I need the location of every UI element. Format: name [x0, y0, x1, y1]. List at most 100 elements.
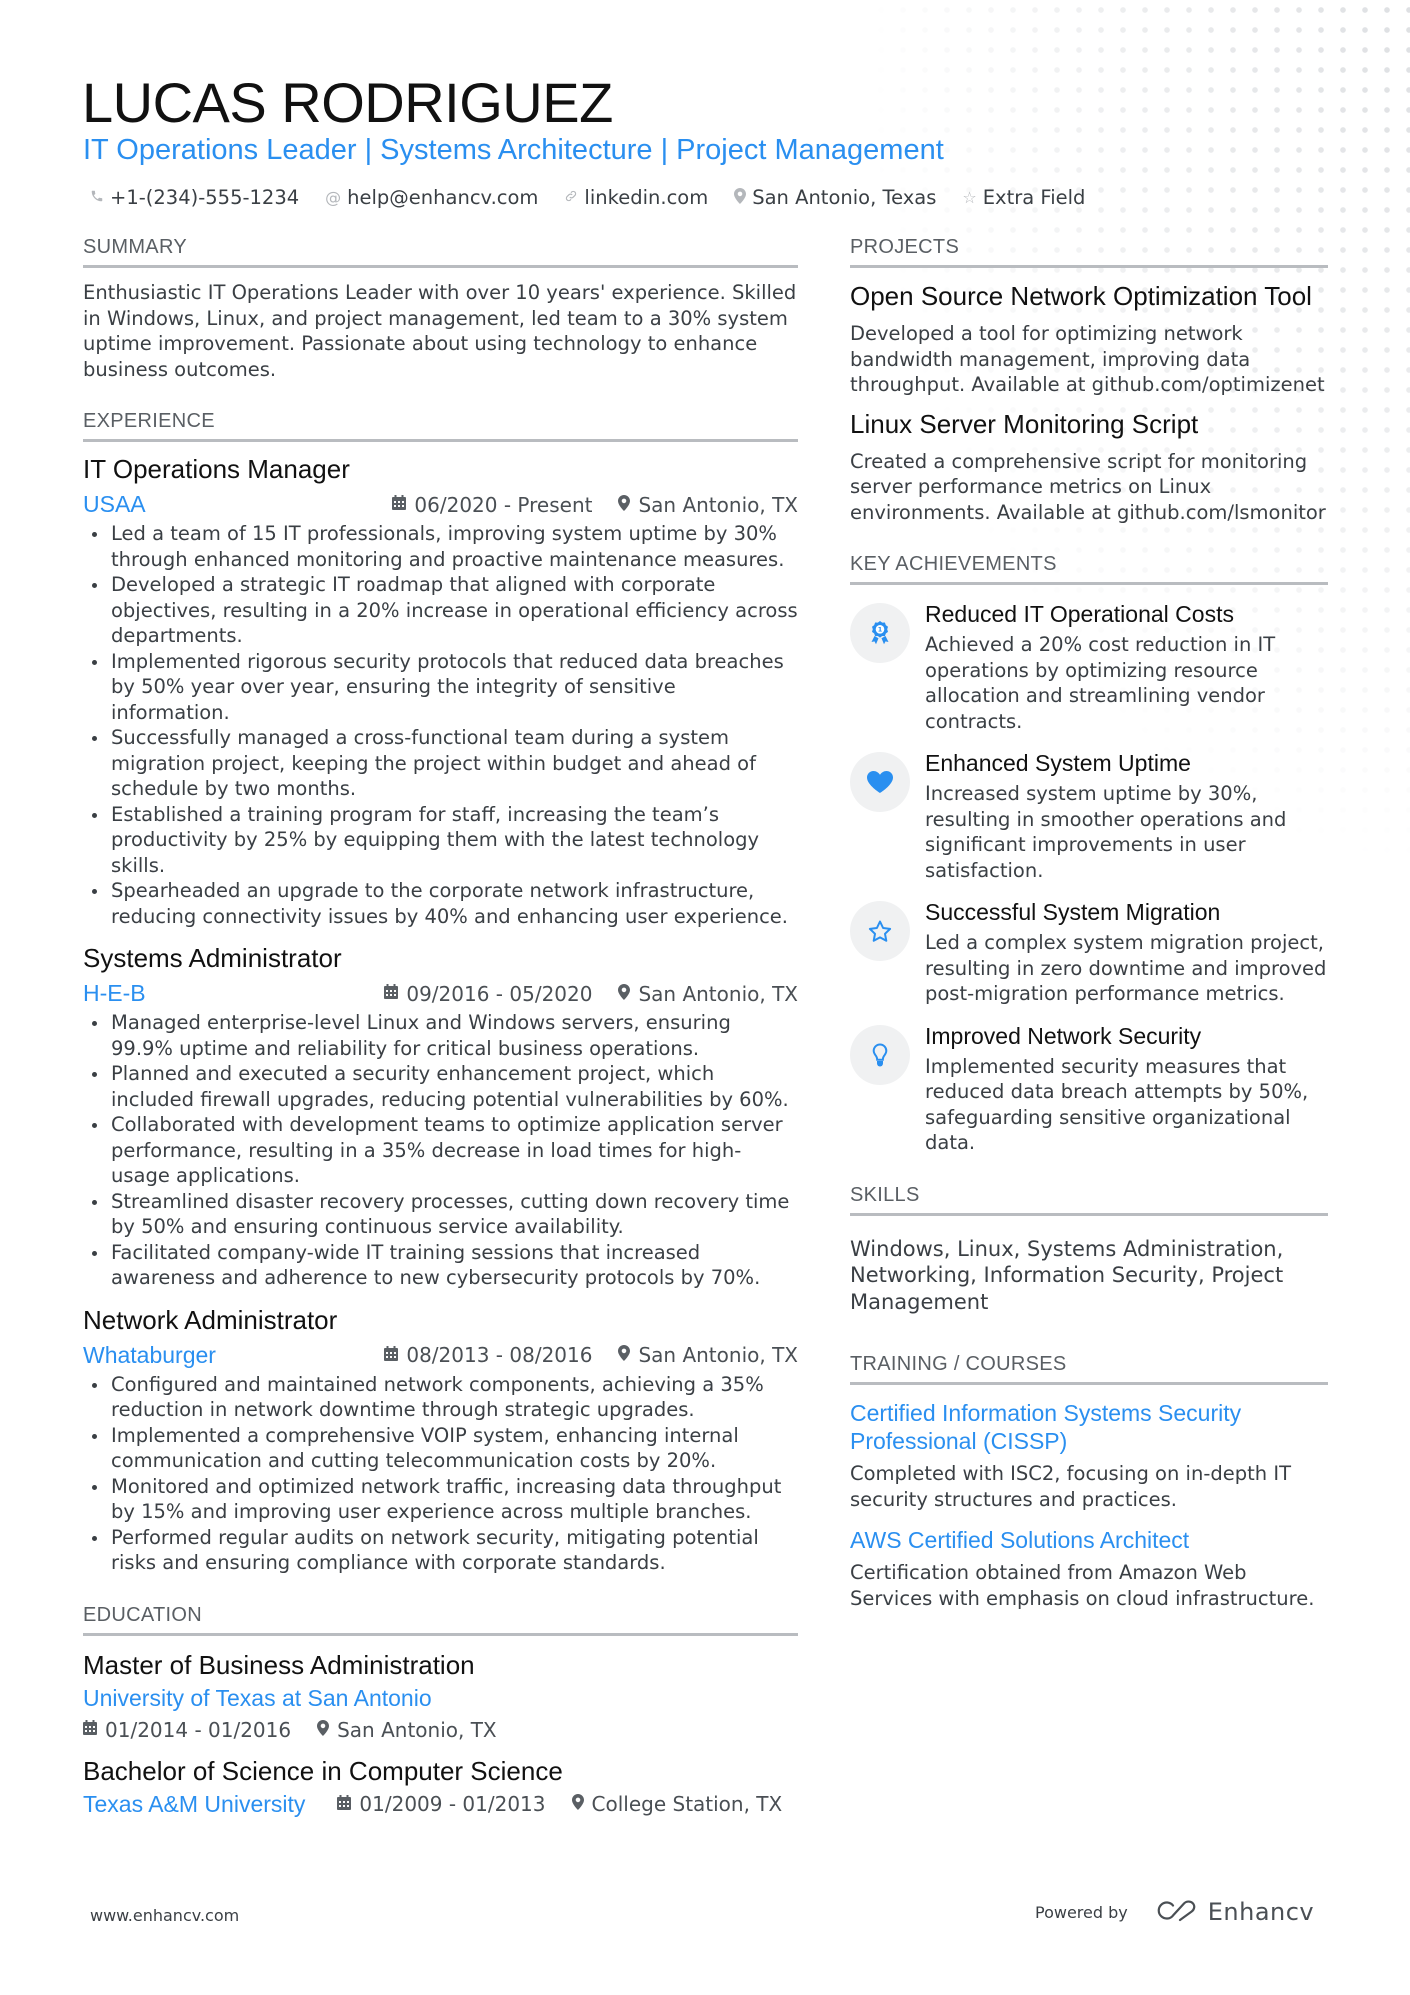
summary-section: SUMMARY Enthusiastic IT Operations Leade… [83, 236, 798, 382]
enhancv-logo-icon [1154, 1898, 1200, 1926]
education-dates: 01/2014 - 01/2016 [105, 1717, 292, 1742]
contact-location-text: San Antonio, Texas [752, 186, 937, 209]
course-title: Certified Information Systems Security P… [850, 1400, 1242, 1454]
star-icon: ☆ [962, 188, 977, 207]
star-icon [850, 901, 910, 961]
school-name: Texas A&M University [83, 1790, 306, 1817]
degree-title: Master of Business Administration [83, 1649, 475, 1680]
calendar-icon [83, 1720, 97, 1739]
achievement-item: Improved Network Security Implemented se… [850, 1023, 1328, 1156]
job-bullet: Implemented a comprehensive VOIP system,… [83, 1423, 798, 1474]
job-location: San Antonio, TX [638, 492, 798, 517]
achievements-section: KEY ACHIEVEMENTS 1 Reduced IT Operationa… [850, 553, 1328, 1156]
company-name: USAA [83, 491, 146, 517]
skills-list: Windows, Linux, Systems Administration, … [850, 1236, 1284, 1314]
summary-text: Enthusiastic IT Operations Leader with o… [83, 281, 797, 381]
job-dates: 06/2020 - Present [414, 492, 593, 517]
enhancv-brand-name: Enhancv [1207, 1898, 1315, 1926]
svg-text:1: 1 [878, 626, 883, 634]
education-dates: 01/2009 - 01/2013 [359, 1792, 546, 1816]
contact-bar: +1-(234)-555-1234 @ help@enhancv.com lin… [90, 186, 1111, 209]
education-heading: EDUCATION [83, 1604, 798, 1636]
calendar-icon [337, 1794, 352, 1814]
project-entry: Open Source Network Optimization Tool De… [850, 280, 1328, 398]
company-name: Whataburger [83, 1341, 216, 1368]
achievement-description: Achieved a 20% cost reduction in IT oper… [925, 633, 1276, 733]
education-location: San Antonio, TX [337, 1717, 497, 1742]
course-entry: AWS Certified Solutions Architect Certif… [850, 1526, 1328, 1611]
job-bullets: Configured and maintained network compon… [83, 1372, 798, 1576]
achievement-title: Successful System Migration [925, 899, 1221, 925]
phone-icon [90, 188, 104, 207]
job-bullet: Implemented rigorous security protocols … [83, 649, 798, 726]
experience-section: EXPERIENCE IT Operations Manager USAA 06… [83, 410, 798, 1576]
left-column: SUMMARY Enthusiastic IT Operations Leade… [83, 236, 798, 1818]
job-dates: 09/2016 - 05/2020 [406, 981, 593, 1006]
achievement-description: Implemented security measures that reduc… [925, 1054, 1309, 1155]
job-bullet: Facilitated company-wide IT training ses… [83, 1240, 798, 1291]
location-pin-icon [618, 494, 631, 515]
contact-email-text: help@enhancv.com [347, 186, 539, 209]
job-bullet: Performed regular audits on network secu… [83, 1525, 798, 1576]
skills-section: SKILLS Windows, Linux, Systems Administr… [850, 1184, 1328, 1316]
job-location: San Antonio, TX [638, 981, 798, 1006]
candidate-name: LUCAS RODRIGUEZ [82, 71, 613, 134]
heart-icon [850, 752, 910, 812]
company-name: H-E-B [83, 980, 146, 1006]
job-dates: 08/2013 - 08/2016 [406, 1343, 593, 1367]
powered-by-label: Powered by [1035, 1902, 1128, 1922]
contact-phone[interactable]: +1-(234)-555-1234 [90, 186, 299, 209]
calendar-icon [384, 984, 399, 1003]
footer-website-link[interactable]: www.enhancv.com [90, 1906, 239, 1925]
footer-branding: Powered by Enhancv [1035, 1898, 1314, 1926]
school-name: University of Texas at San Antonio [83, 1684, 432, 1711]
job-bullet: Developed a strategic IT roadmap that al… [83, 572, 798, 649]
award-ribbon-icon: 1 [850, 603, 910, 663]
achievement-description: Increased system uptime by 30%, resultin… [925, 782, 1287, 882]
course-entry: Certified Information Systems Security P… [850, 1399, 1328, 1512]
job-bullet: Managed enterprise-level Linux and Windo… [83, 1010, 798, 1061]
skills-heading: SKILLS [850, 1184, 1328, 1216]
job-bullets: Managed enterprise-level Linux and Windo… [83, 1010, 798, 1291]
contact-linkedin-text: linkedin.com [584, 186, 709, 209]
education-entry: Master of Business Administration Univer… [83, 1650, 798, 1742]
calendar-icon [384, 1345, 399, 1365]
location-pin-icon [618, 1345, 631, 1365]
job-bullet: Established a training program for staff… [83, 802, 798, 879]
job-bullet: Streamlined disaster recovery processes,… [83, 1189, 798, 1240]
projects-heading: PROJECTS [850, 236, 1328, 268]
project-title: Open Source Network Optimization Tool [850, 281, 1312, 311]
contact-linkedin[interactable]: linkedin.com [564, 186, 708, 209]
job-bullet: Configured and maintained network compon… [83, 1372, 798, 1423]
summary-heading: SUMMARY [83, 236, 798, 268]
contact-location: San Antonio, Texas [734, 186, 936, 209]
education-section: EDUCATION Master of Business Administrat… [83, 1604, 798, 1818]
achievement-item: 1 Reduced IT Operational Costs Achieved … [850, 601, 1328, 734]
at-icon: @ [325, 188, 342, 207]
project-title: Linux Server Monitoring Script [850, 408, 1199, 439]
contact-extra-field: ☆ Extra Field [962, 186, 1085, 209]
project-description: Created a comprehensive script for monit… [850, 449, 1326, 524]
job-title: Network Administrator [83, 1304, 338, 1335]
contact-extra-text: Extra Field [982, 186, 1086, 209]
degree-title: Bachelor of Science in Computer Science [83, 1755, 563, 1786]
achievement-item: Successful System Migration Led a comple… [850, 899, 1328, 1007]
projects-section: PROJECTS Open Source Network Optimizatio… [850, 236, 1328, 525]
job-entry: IT Operations Manager USAA 06/2020 - Pre… [83, 454, 798, 929]
education-location: College Station, TX [591, 1792, 783, 1816]
job-bullet: Monitored and optimized network traffic,… [83, 1474, 798, 1525]
training-section: TRAINING / COURSES Certified Information… [850, 1353, 1328, 1611]
right-column: PROJECTS Open Source Network Optimizatio… [850, 236, 1328, 1611]
project-entry: Linux Server Monitoring Script Created a… [850, 408, 1328, 526]
training-heading: TRAINING / COURSES [850, 1353, 1328, 1385]
candidate-headline: IT Operations Leader | Systems Architect… [83, 134, 944, 166]
achievement-item: Enhanced System Uptime Increased system … [850, 750, 1328, 883]
job-bullets: Led a team of 15 IT professionals, impro… [83, 521, 798, 929]
project-description: Developed a tool for optimizing network … [850, 322, 1325, 396]
job-bullet: Planned and executed a security enhancem… [83, 1061, 798, 1112]
link-icon [564, 188, 578, 207]
contact-email[interactable]: @ help@enhancv.com [325, 186, 538, 209]
job-title: Systems Administrator [83, 943, 342, 973]
job-bullet: Led a team of 15 IT professionals, impro… [83, 521, 798, 572]
calendar-icon [392, 495, 407, 514]
